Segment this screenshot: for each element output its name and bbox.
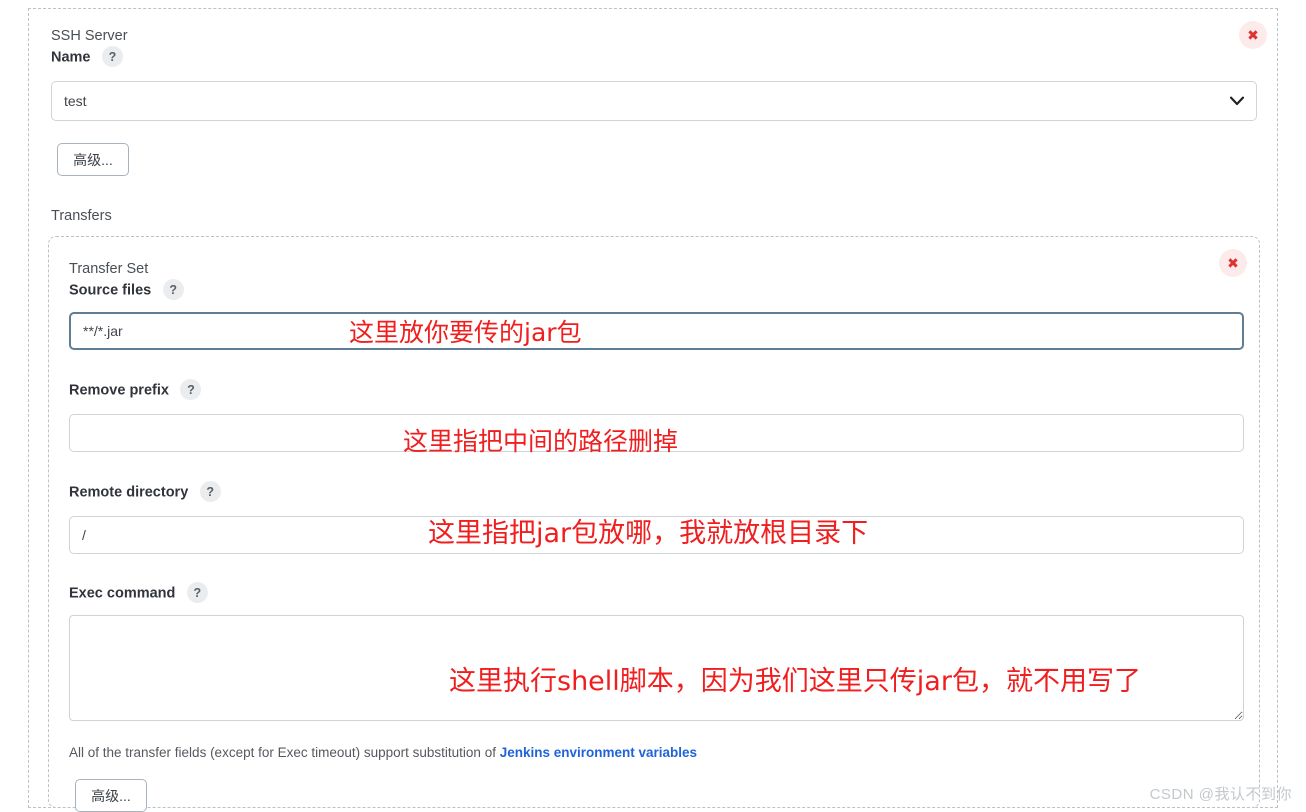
- jenkins-env-vars-link[interactable]: Jenkins environment variables: [500, 745, 697, 760]
- help-icon-remote-directory[interactable]: ?: [199, 481, 221, 502]
- name-field-label-row: Name ?: [51, 46, 123, 69]
- exec-command-textarea[interactable]: [69, 615, 1244, 721]
- transfer-set-panel: ✖ Transfer Set Source files ? Remove pre…: [48, 236, 1260, 812]
- exec-command-textarea-wrap: [69, 615, 1244, 721]
- advanced-top-button[interactable]: 高级...: [57, 143, 129, 176]
- remove-ssh-server-button[interactable]: ✖: [1239, 21, 1267, 49]
- source-files-label: Source files: [69, 282, 152, 299]
- transfers-label: Transfers: [51, 208, 112, 224]
- source-files-label-row: Source files ?: [69, 279, 184, 302]
- close-icon: ✖: [1247, 27, 1259, 43]
- remove-prefix-label-row: Remove prefix ?: [69, 379, 202, 402]
- ssh-server-title: SSH Server: [51, 28, 128, 44]
- close-icon: ✖: [1227, 255, 1239, 271]
- remove-prefix-input-wrap: [69, 414, 1244, 452]
- exec-command-label-row: Exec command ?: [69, 582, 208, 605]
- remote-directory-input-wrap: [69, 516, 1244, 554]
- remote-directory-label: Remote directory: [69, 484, 189, 501]
- help-icon-remove-prefix[interactable]: ?: [180, 379, 202, 400]
- source-files-input-wrap: [69, 312, 1244, 350]
- substitution-hint-text: All of the transfer fields (except for E…: [69, 745, 500, 760]
- ssh-server-select[interactable]: test: [51, 81, 1257, 121]
- help-icon-name[interactable]: ?: [101, 46, 123, 67]
- transfer-set-title: Transfer Set: [69, 261, 149, 277]
- substitution-hint: All of the transfer fields (except for E…: [69, 745, 697, 760]
- name-label: Name: [51, 49, 91, 66]
- remote-directory-label-row: Remote directory ?: [69, 481, 221, 504]
- help-icon-source-files[interactable]: ?: [162, 279, 184, 300]
- remove-prefix-label: Remove prefix: [69, 382, 169, 399]
- advanced-bottom-button[interactable]: 高级...: [75, 779, 147, 812]
- exec-command-label: Exec command: [69, 585, 176, 602]
- help-icon-exec-command[interactable]: ?: [186, 582, 208, 603]
- remote-directory-input[interactable]: [69, 516, 1244, 554]
- ssh-publisher-config-screen: ✖ SSH Server Name ? test 高级... Transfers…: [0, 0, 1306, 812]
- remove-prefix-input[interactable]: [69, 414, 1244, 452]
- ssh-server-select-wrap: test: [51, 81, 1257, 121]
- remove-transfer-set-button[interactable]: ✖: [1219, 249, 1247, 277]
- source-files-input[interactable]: [69, 312, 1244, 350]
